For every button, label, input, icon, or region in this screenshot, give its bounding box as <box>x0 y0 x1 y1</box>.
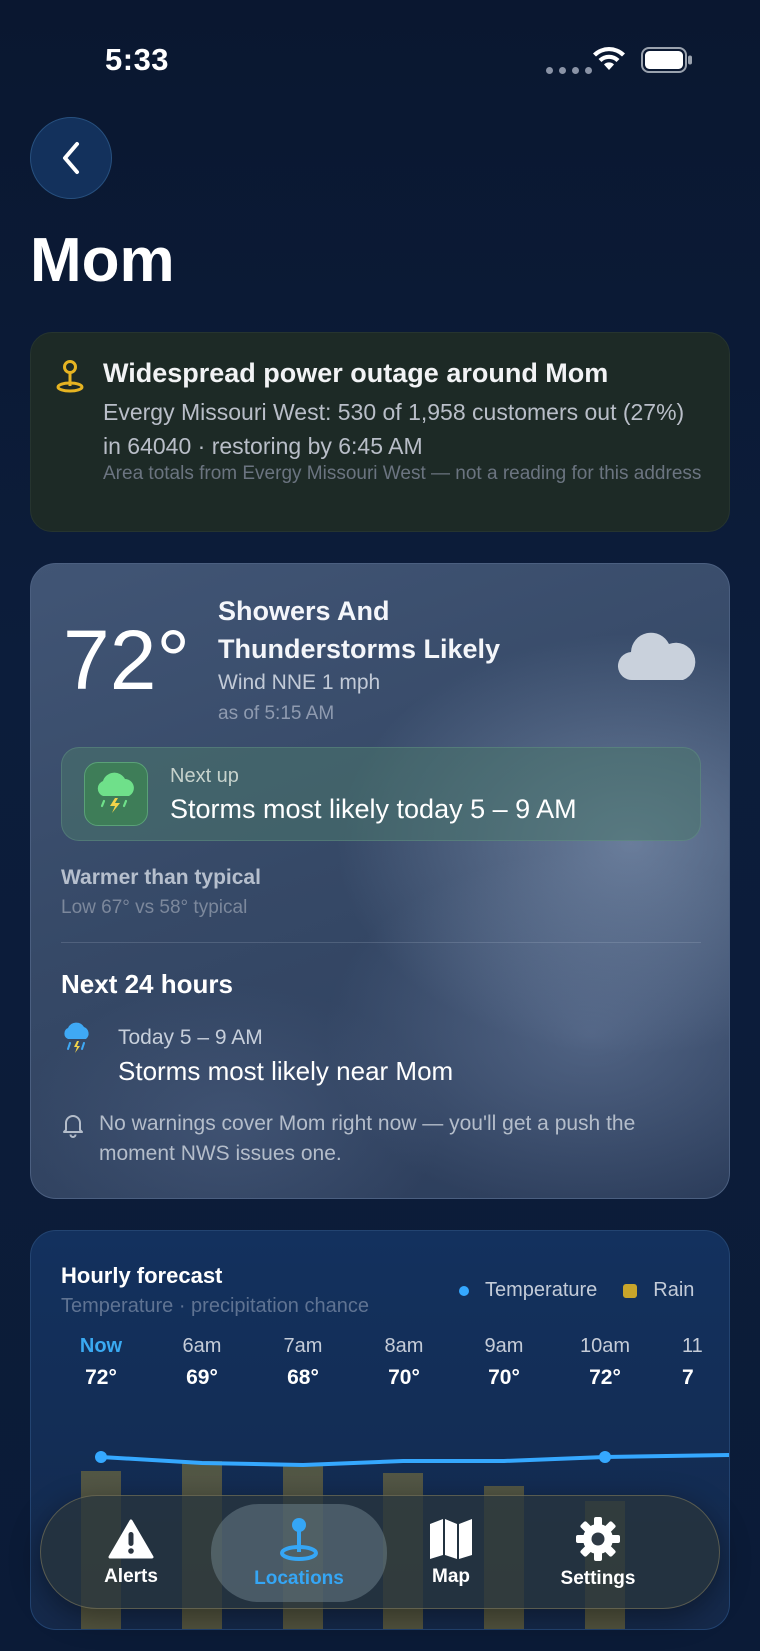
page-title: Mom <box>30 226 175 295</box>
map-icon <box>430 1519 472 1559</box>
comparison-detail: Low 67° vs 58° typical <box>61 897 248 918</box>
hour-temp: 7 <box>682 1366 694 1389</box>
outage-note: Area totals from Evergy Missouri West — … <box>103 463 702 484</box>
tab-locations[interactable]: Locations <box>211 1504 387 1602</box>
hour-item: 11 7 <box>656 1335 716 1390</box>
storm-window-text: Storms most likely near Mom <box>118 1056 454 1086</box>
hour-label: 10am <box>579 1335 631 1357</box>
no-warnings-note: No warnings cover Mom right now — you'll… <box>99 1112 636 1165</box>
comparison-title: Warmer than typical <box>61 866 261 889</box>
bell-icon <box>63 1115 83 1138</box>
legend-temperature-swatch <box>459 1285 469 1296</box>
tab-label: Locations <box>254 1568 344 1589</box>
hour-temp: 70° <box>388 1366 420 1389</box>
next-24-hours-title: Next 24 hours <box>61 969 233 999</box>
hour-item: 7am 68° <box>253 1335 353 1390</box>
hour-label: 11 <box>682 1335 703 1357</box>
hour-temp: 72° <box>85 1366 117 1389</box>
next-up-text: Storms most likely today 5 – 9 AM <box>170 794 577 824</box>
power-outage-card[interactable]: Widespread power outage around Mom Everg… <box>30 332 730 532</box>
gear-icon <box>576 1517 620 1561</box>
tab-label: Settings <box>560 1568 636 1589</box>
outage-title: Widespread power outage around Mom <box>103 358 609 388</box>
hour-label: Now <box>79 1335 123 1357</box>
chevron-left-icon <box>63 142 79 174</box>
hour-temp: 69° <box>186 1366 218 1389</box>
storm-window-time: Today 5 – 9 AM <box>118 1026 263 1049</box>
legend-rain-label: Rain <box>653 1279 695 1301</box>
hourly-scroller[interactable]: Now 72° 6am 69° 7am 68° 8am 70° 9am 70° … <box>31 1335 729 1405</box>
hour-label: 6am <box>182 1335 222 1357</box>
power-pin-icon <box>56 360 84 393</box>
tab-settings[interactable]: Settings <box>543 1496 653 1610</box>
tab-map[interactable]: Map <box>401 1496 501 1610</box>
location-pin-icon <box>280 1518 318 1561</box>
wifi-icon <box>593 47 625 70</box>
temperature-point <box>599 1451 611 1463</box>
back-button[interactable] <box>30 117 112 199</box>
cellular-signal-icon <box>546 67 592 74</box>
temperature-line <box>100 1453 729 1468</box>
chart-legend: Temperature Rain <box>459 1279 694 1302</box>
current-temperature: 72° <box>63 613 191 707</box>
thunderstorm-icon <box>84 762 148 826</box>
status-bar: 5:33 <box>0 0 760 120</box>
cloud-icon <box>617 632 696 681</box>
hour-item: 6am 69° <box>152 1335 252 1390</box>
warning-icon <box>108 1519 154 1559</box>
temperature-point <box>95 1451 107 1463</box>
hour-item: 10am 72° <box>555 1335 655 1390</box>
legend-temperature-label: Temperature <box>485 1279 598 1301</box>
hour-item: 9am 70° <box>454 1335 554 1390</box>
tab-label: Map <box>432 1566 470 1587</box>
storm-rain-icon <box>64 1022 89 1053</box>
tab-alerts[interactable]: Alerts <box>81 1496 181 1610</box>
current-weather-card: 72° Showers And Thunderstorms Likely Win… <box>30 563 730 1199</box>
divider <box>61 942 701 943</box>
hour-label: 9am <box>484 1335 524 1357</box>
current-wind: Wind NNE 1 mph <box>218 671 381 694</box>
battery-icon <box>641 47 692 73</box>
hour-temp: 72° <box>589 1366 621 1389</box>
status-time: 5:33 <box>105 42 170 77</box>
outage-details: Evergy Missouri West: 530 of 1,958 custo… <box>103 399 685 459</box>
hour-temp: 70° <box>488 1366 520 1389</box>
next-up-banner[interactable]: Next up Storms most likely today 5 – 9 A… <box>61 747 701 841</box>
hour-temp: 68° <box>287 1366 319 1389</box>
hourly-subtitle: Temperature · precipitation chance <box>61 1295 369 1317</box>
observation-time: as of 5:15 AM <box>218 703 335 724</box>
hour-label: 7am <box>283 1335 323 1357</box>
hourly-title: Hourly forecast <box>61 1263 223 1288</box>
legend-rain-swatch <box>623 1283 638 1298</box>
hour-item: Now 72° <box>51 1335 151 1390</box>
tab-label: Alerts <box>104 1566 158 1587</box>
next-up-label: Next up <box>170 765 239 787</box>
hour-item: 8am 70° <box>354 1335 454 1390</box>
hour-label: 8am <box>384 1335 424 1357</box>
current-condition: Showers And Thunderstorms Likely <box>218 596 501 664</box>
tab-bar: Alerts Locations Map Settings <box>40 1495 720 1609</box>
